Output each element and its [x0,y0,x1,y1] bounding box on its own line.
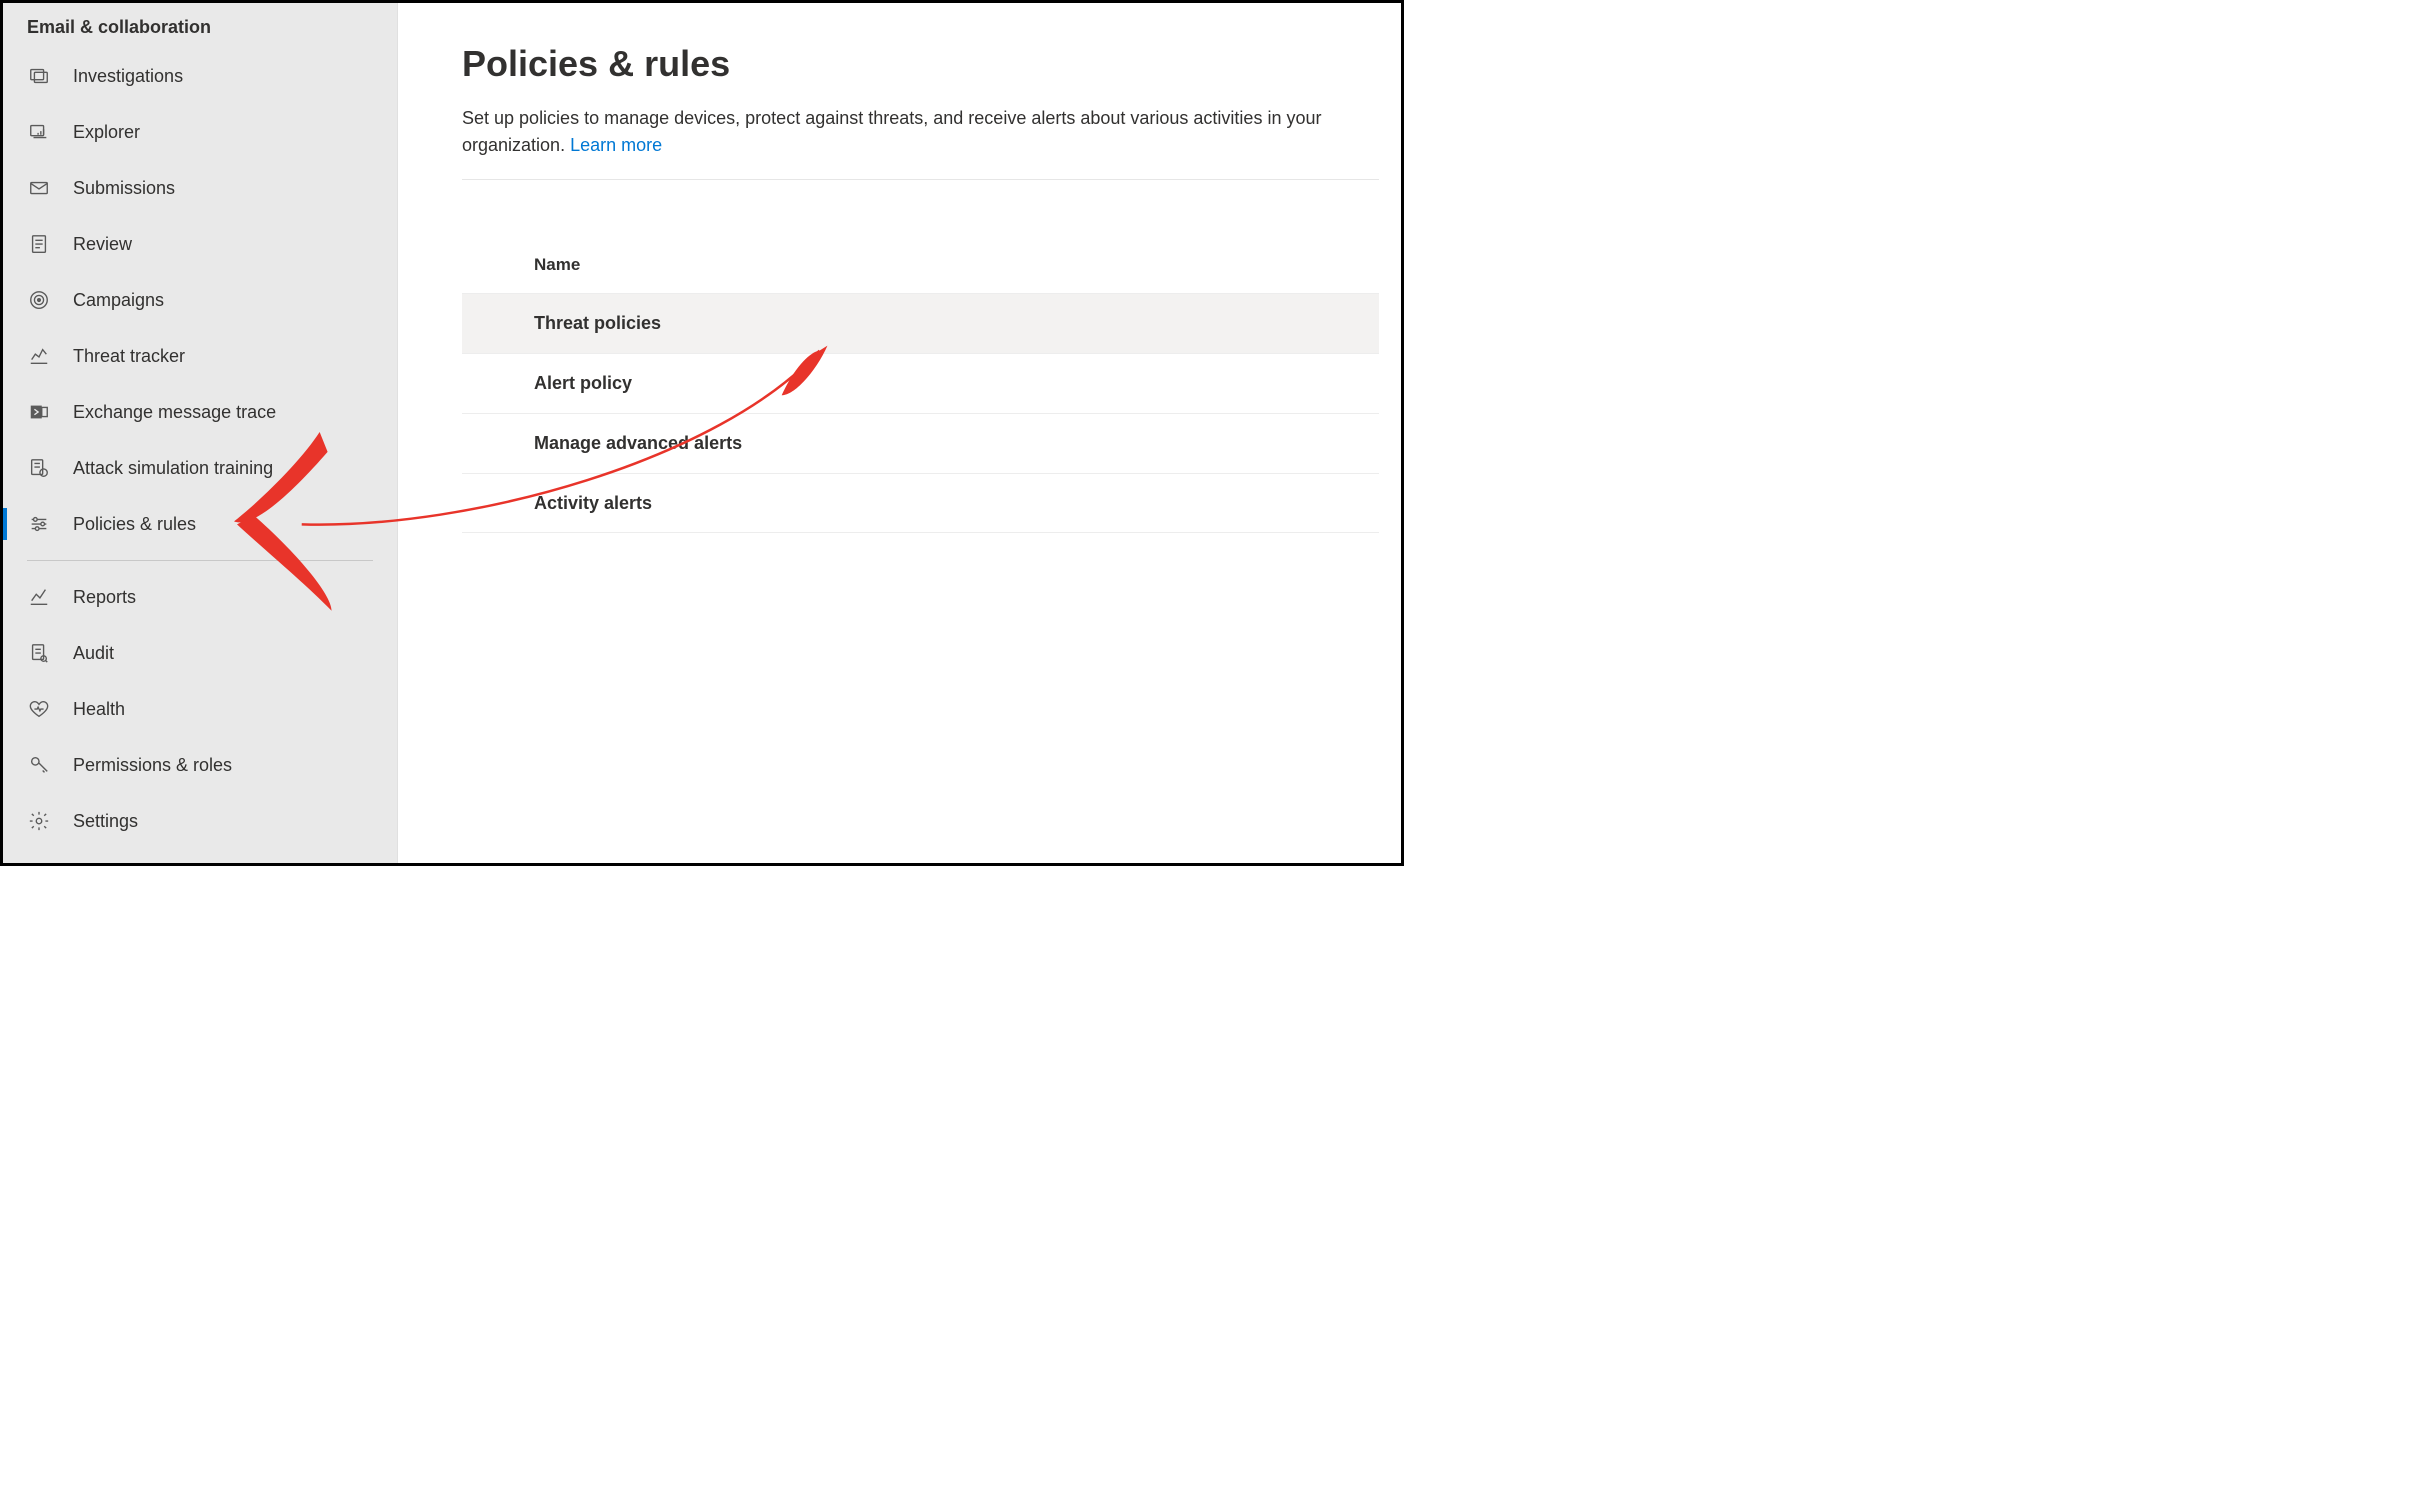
sidebar-divider [27,560,373,561]
list-row-label: Threat policies [534,313,661,334]
list-row-label: Alert policy [534,373,632,394]
sidebar-item-label: Attack simulation training [73,458,273,479]
investigations-icon [27,64,51,88]
sidebar-item-policies-rules[interactable]: Policies & rules [3,496,397,552]
submissions-icon [27,176,51,200]
sidebar-item-label: Investigations [73,66,183,87]
sidebar-item-label: Health [73,699,125,720]
permissions-icon [27,753,51,777]
sidebar-item-label: Audit [73,643,114,664]
sidebar-item-reports[interactable]: Reports [3,569,397,625]
review-icon [27,232,51,256]
sidebar-item-review[interactable]: Review [3,216,397,272]
explorer-icon [27,120,51,144]
sidebar-item-settings[interactable]: Settings [3,793,397,849]
audit-icon [27,641,51,665]
sidebar-item-campaigns[interactable]: Campaigns [3,272,397,328]
settings-icon [27,809,51,833]
policies-rules-icon [27,512,51,536]
sidebar-item-label: Submissions [73,178,175,199]
page-description: Set up policies to manage devices, prote… [462,105,1379,180]
sidebar-item-label: Exchange message trace [73,402,276,423]
exchange-icon [27,400,51,424]
threat-tracker-icon [27,344,51,368]
sidebar-item-threat-tracker[interactable]: Threat tracker [3,328,397,384]
policies-list: Name Threat policies Alert policy Manage… [462,255,1379,533]
page-title: Policies & rules [462,43,1379,85]
sidebar-item-health[interactable]: Health [3,681,397,737]
column-header-name[interactable]: Name [462,255,1379,293]
list-row-activity-alerts[interactable]: Activity alerts [462,473,1379,533]
app-frame: Email & collaboration Investigations Exp… [0,0,1404,866]
sidebar-item-audit[interactable]: Audit [3,625,397,681]
list-row-label: Activity alerts [534,493,652,514]
sidebar-item-label: Settings [73,811,138,832]
sidebar-item-explorer[interactable]: Explorer [3,104,397,160]
campaigns-icon [27,288,51,312]
sidebar-section-title: Email & collaboration [3,17,397,48]
attack-simulation-icon [27,456,51,480]
sidebar-item-label: Explorer [73,122,140,143]
list-row-threat-policies[interactable]: Threat policies [462,293,1379,353]
health-icon [27,697,51,721]
list-row-label: Manage advanced alerts [534,433,742,454]
sidebar-item-attack-simulation-training[interactable]: Attack simulation training [3,440,397,496]
main-content: Policies & rules Set up policies to mana… [398,3,1401,863]
reports-icon [27,585,51,609]
sidebar-item-label: Campaigns [73,290,164,311]
learn-more-link[interactable]: Learn more [570,135,662,155]
sidebar-item-label: Permissions & roles [73,755,232,776]
sidebar-item-permissions-roles[interactable]: Permissions & roles [3,737,397,793]
sidebar-item-exchange-message-trace[interactable]: Exchange message trace [3,384,397,440]
sidebar: Email & collaboration Investigations Exp… [3,3,398,863]
sidebar-item-label: Review [73,234,132,255]
sidebar-item-label: Threat tracker [73,346,185,367]
sidebar-item-investigations[interactable]: Investigations [3,48,397,104]
sidebar-item-label: Reports [73,587,136,608]
sidebar-item-submissions[interactable]: Submissions [3,160,397,216]
sidebar-item-label: Policies & rules [73,514,196,535]
list-row-alert-policy[interactable]: Alert policy [462,353,1379,413]
list-row-manage-advanced-alerts[interactable]: Manage advanced alerts [462,413,1379,473]
